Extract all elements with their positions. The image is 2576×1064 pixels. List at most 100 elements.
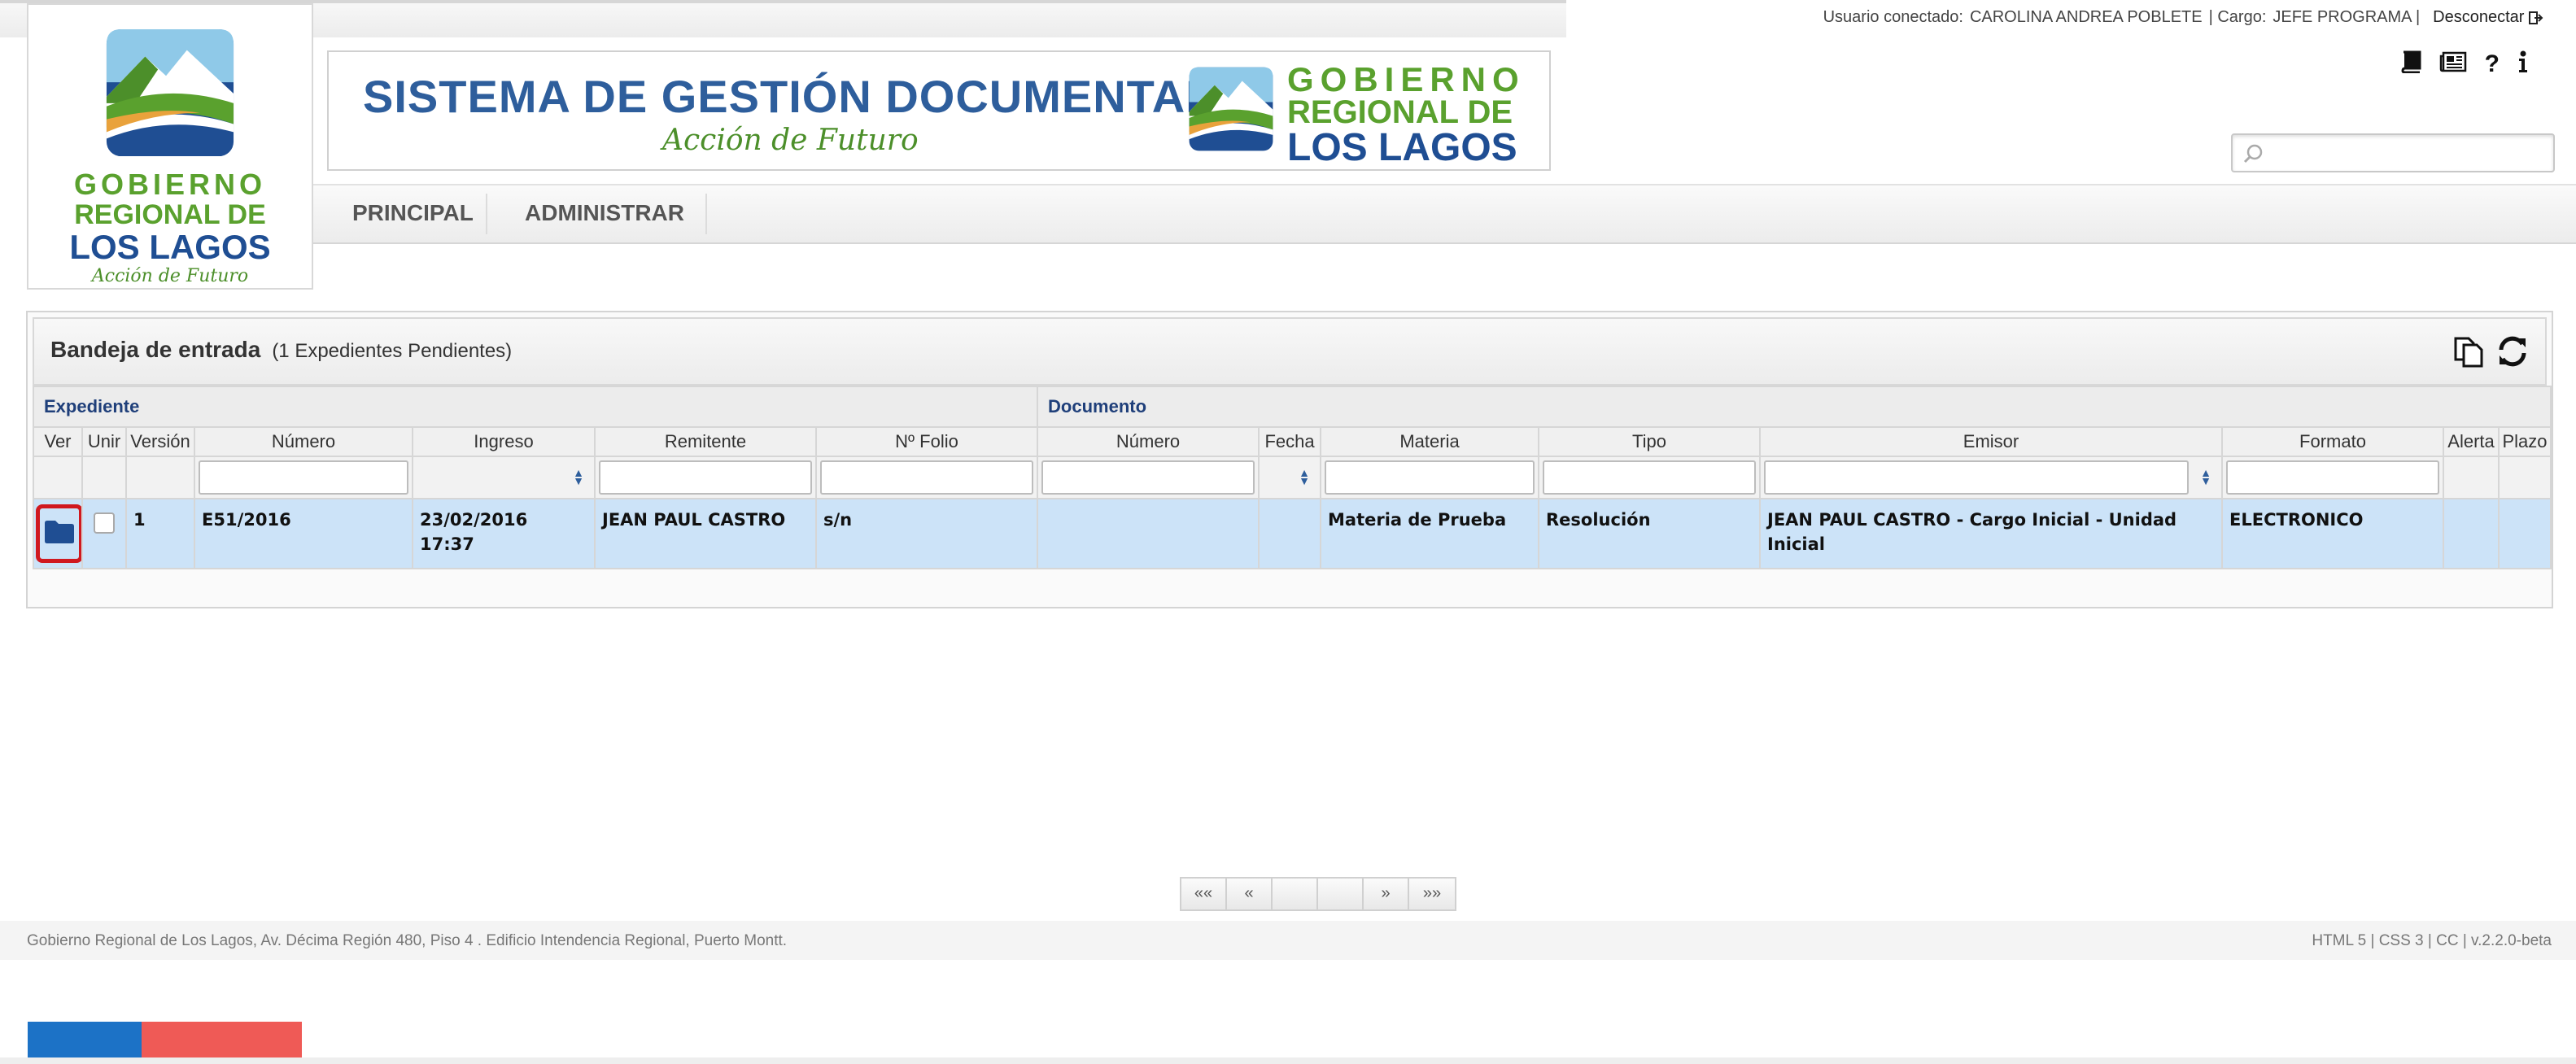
filter-cell (1538, 456, 1762, 499)
user-info: Usuario conectado: CAROLINA ANDREA POBLE… (1823, 8, 2543, 27)
book-icon[interactable] (2400, 50, 2421, 78)
filter-empty (81, 456, 127, 499)
col-remitente[interactable]: Remitente (594, 426, 817, 457)
inbox-table: Expediente Documento Ver Unir Versión Nú… (32, 386, 2552, 569)
col-materia[interactable]: Materia (1320, 426, 1540, 457)
search-input[interactable] (2233, 135, 2553, 171)
first-page-button[interactable]: «« (1181, 879, 1227, 909)
cell-tipo: Resolución (1538, 498, 1762, 569)
filter-cell: ▲ ▼ (1258, 456, 1322, 499)
user-role: JEFE PROGRAMA | (2273, 8, 2421, 26)
cell-ingreso: 23/02/2016 17:37 (412, 498, 596, 569)
role-label: | Cargo: (2208, 8, 2267, 26)
filter-cell: ▲ ▼ (412, 456, 596, 499)
filter-empty (125, 456, 195, 499)
filter-folio-input[interactable] (820, 460, 1034, 495)
banner-gob-line-3: LOS LAGOS (1287, 126, 1517, 169)
cell-remitente: JEAN PAUL CASTRO (594, 498, 817, 569)
help-icon[interactable]: ? (2485, 52, 2500, 76)
copy-icon[interactable] (2451, 334, 2486, 369)
filter-cell (1320, 456, 1540, 499)
last-page-button[interactable]: »» (1409, 879, 1455, 909)
search-icon (2243, 144, 2263, 164)
col-numero[interactable]: Número (194, 426, 413, 457)
logout-link[interactable]: Desconectar (2433, 8, 2543, 27)
col-alerta: Alerta (2443, 426, 2500, 457)
inbox-panel: Bandeja de entrada (1 Expedientes Pendien… (26, 311, 2553, 911)
page-slot[interactable] (1273, 879, 1318, 909)
filter-formato-input[interactable] (2226, 460, 2440, 495)
cell-folio: s/n (814, 498, 1039, 569)
filter-empty (2443, 456, 2500, 499)
banner-title: SISTEMA DE GESTIÓN DOCUMENTAL (363, 71, 1215, 122)
nav-item-administrar[interactable]: ADMINISTRAR (525, 200, 684, 226)
filter-cell (2221, 456, 2445, 499)
page-slot[interactable] (1318, 879, 1364, 909)
group-documento: Documento (1037, 386, 2552, 428)
flag-stripe-blue (28, 1022, 142, 1057)
filter-cell (194, 456, 413, 499)
inbox-title-text: Bandeja de entrada (50, 337, 261, 362)
bottom-border (0, 1057, 2576, 1064)
col-tipo[interactable]: Tipo (1538, 426, 1762, 457)
col-unir: Unir (81, 426, 127, 457)
group-expediente: Expediente (32, 386, 1039, 428)
user-label: Usuario conectado: (1823, 8, 1963, 26)
sort-fecha-icon[interactable]: ▲ ▼ (1299, 467, 1310, 486)
footer-version: HTML 5 | CSS 3 | CC | v.2.2.0-beta (2312, 932, 2552, 949)
filter-tipo-input[interactable] (1543, 460, 1757, 495)
cell-numero: E51/2016 (194, 498, 413, 569)
filter-row: ▲ ▼ ▲ ▼ ▲ ▼ (33, 456, 2552, 499)
filter-remitente-input[interactable] (599, 460, 812, 495)
merge-checkbox[interactable] (94, 512, 115, 534)
col-fecha[interactable]: Fecha (1258, 426, 1322, 457)
sort-ingreso-icon[interactable]: ▲ ▼ (573, 467, 584, 486)
system-banner: SISTEMA DE GESTIÓN DOCUMENTAL Acción de … (327, 50, 1551, 171)
prev-page-button[interactable]: « (1227, 879, 1273, 909)
logo-tagline: Acción de Futuro (91, 266, 249, 286)
inbox-actions (2451, 334, 2530, 369)
folder-icon (45, 521, 74, 543)
nav-separator (486, 194, 487, 234)
footer: Gobierno Regional de Los Lagos, Av. Déci… (0, 921, 2576, 960)
cell-ver (33, 498, 83, 569)
col-doc-numero[interactable]: Número (1037, 426, 1260, 457)
search-box[interactable] (2231, 133, 2555, 172)
cell-version: 1 (125, 498, 195, 569)
banner-gob-line-1: GOBIERNO (1287, 60, 1526, 98)
nav-item-principal[interactable]: PRINCIPAL (352, 200, 474, 226)
next-page-button[interactable]: » (1364, 879, 1409, 909)
header-tools: ? (1566, 37, 2576, 182)
col-emisor[interactable]: Emisor (1759, 426, 2224, 457)
toolbar-icons: ? (2400, 50, 2529, 78)
cell-fecha (1258, 498, 1322, 569)
filter-cell (1037, 456, 1260, 499)
filter-numero-input[interactable] (199, 460, 408, 495)
info-icon[interactable] (2517, 50, 2529, 78)
cell-unir (81, 498, 127, 569)
nav-separator (705, 194, 707, 234)
logo[interactable]: GOBIERNO REGIONAL DE LOS LAGOS Acción de… (27, 3, 313, 290)
inbox-header: Bandeja de entrada (1 Expedientes Pendien… (33, 317, 2547, 386)
cell-formato: ELECTRONICO (2221, 498, 2445, 569)
table-row[interactable]: 1 E51/2016 23/02/2016 17:37 JEAN PAUL CA… (33, 498, 2552, 569)
pagination: «« « » »» (1180, 877, 1456, 911)
newspaper-icon[interactable] (2439, 51, 2467, 77)
col-plazo: Plazo (2498, 426, 2552, 457)
filter-cell: ▲ ▼ (1759, 456, 2224, 499)
cell-plazo (2498, 498, 2552, 569)
flag-stripe-red (142, 1022, 302, 1057)
sort-emisor-icon[interactable]: ▲ ▼ (2200, 467, 2211, 486)
cell-doc-numero (1037, 498, 1260, 569)
col-ingreso[interactable]: Ingreso (412, 426, 596, 457)
pending-count: (1 Expedientes Pendientes) (272, 340, 513, 362)
view-folder-button[interactable] (36, 504, 81, 563)
refresh-icon[interactable] (2495, 334, 2530, 369)
filter-emisor-input[interactable] (1764, 460, 2190, 495)
filter-doc-numero-input[interactable] (1041, 460, 1255, 495)
logo-line-1: GOBIERNO (73, 168, 266, 201)
main-nav: PRINCIPAL ADMINISTRAR (313, 184, 2576, 244)
filter-materia-input[interactable] (1325, 460, 1535, 495)
col-folio[interactable]: Nº Folio (814, 426, 1039, 457)
col-formato[interactable]: Formato (2221, 426, 2445, 457)
